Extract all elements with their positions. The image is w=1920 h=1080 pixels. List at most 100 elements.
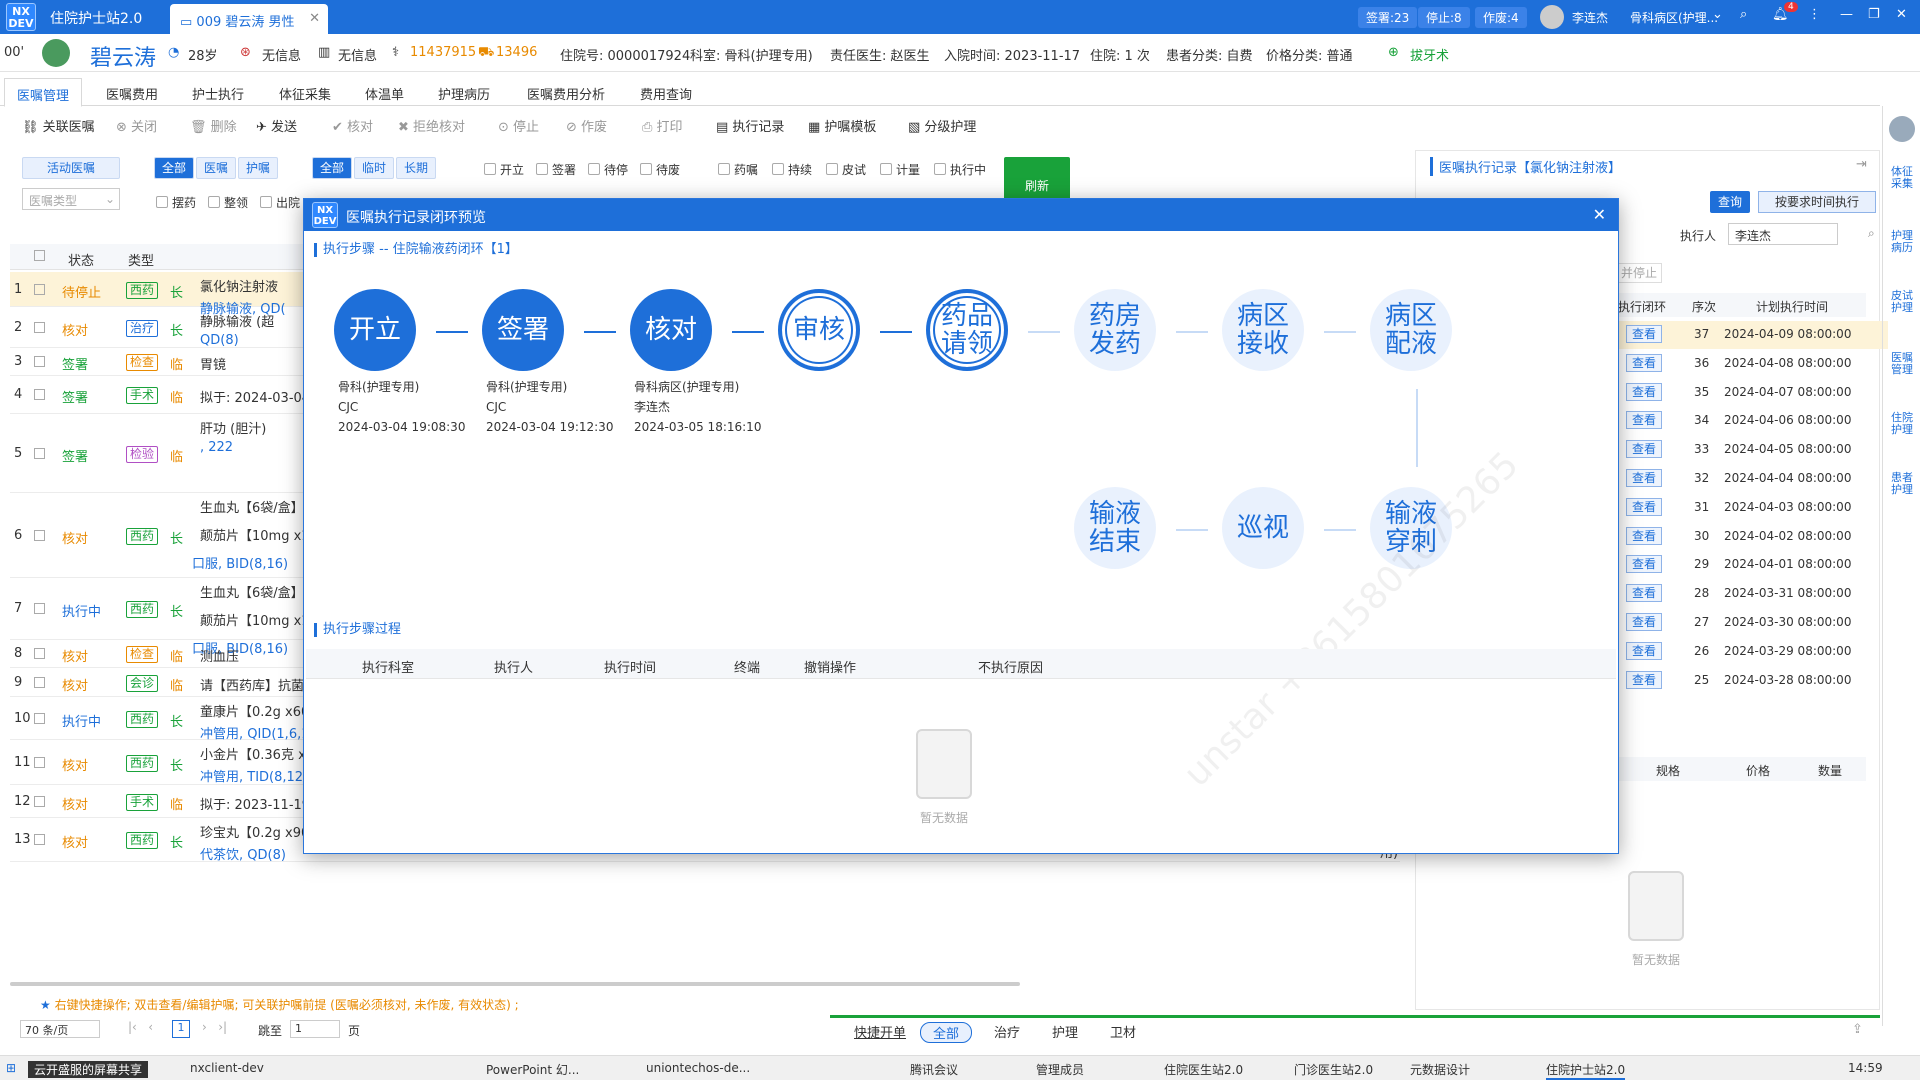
minimize-icon[interactable]: — [1840,7,1853,22]
view-button[interactable]: 查看 [1626,440,1662,459]
search-icon[interactable]: ⌕ [1740,7,1747,22]
reject-check-button[interactable]: ✖ 拒绝核对 [398,116,465,135]
exec-record-button[interactable]: ▤ 执行记录 [716,116,784,135]
first-page-icon[interactable]: |‹ ‹ [128,1020,153,1034]
page-size-select[interactable]: 70 条/页 [20,1020,100,1038]
taskbar-nxclient[interactable]: nxclient-dev [190,1061,264,1075]
row-checkbox[interactable] [34,796,45,807]
print-button[interactable]: ⎙ 打印 [642,116,683,135]
row-checkbox[interactable] [34,677,45,688]
chk-medication[interactable]: 药嘱 [718,161,758,178]
current-page[interactable]: 1 [172,1020,190,1038]
h-scrollbar[interactable] [10,982,1020,986]
taskbar-meeting[interactable]: 腾讯会议 [910,1061,958,1078]
filter-nursing[interactable]: 护嘱 [238,157,278,179]
taskbar-nurse-station[interactable]: 住院护士站2.0 [1546,1061,1626,1080]
active-orders-button[interactable]: 活动医嘱 [22,157,120,179]
avatar[interactable] [1540,5,1564,29]
filter-temporary[interactable]: 临时 [354,157,394,179]
step-sign[interactable]: 签署 [482,289,564,371]
chk-skin-test[interactable]: 皮试 [826,161,866,178]
nursing-template-button[interactable]: ▦ 护嘱模板 [808,116,876,135]
bottom-tab-nursing[interactable]: 护理 [1052,1022,1078,1041]
close-tab-icon[interactable]: ✕ [309,11,320,26]
taskbar-uniontech[interactable]: uniontechos-de... [646,1061,750,1075]
select-all-checkbox[interactable] [34,250,45,261]
chk-pending-stop[interactable]: 待停 [588,161,628,178]
exec-record-row[interactable]: 查看 35 2024-04-07 08:00:00 [1618,379,1888,407]
step-ward-receive[interactable]: 病区 接收 [1222,289,1304,371]
step-drug-request[interactable]: 药品 请领 [926,289,1008,371]
quick-order-tab[interactable]: 快捷开单 [854,1022,906,1041]
exec-record-row[interactable]: 查看 37 2024-04-09 08:00:00 [1618,321,1888,349]
close-icon[interactable]: ✕ [1593,205,1606,224]
view-button[interactable]: 查看 [1626,641,1662,660]
refresh-button[interactable]: 刷新 [1004,157,1070,201]
tab-vitals[interactable]: 体征采集 [279,84,331,103]
sidebar-nursing-record[interactable]: 护理病历 [1889,230,1915,254]
tab-order-fees[interactable]: 医嘱费用 [106,84,158,103]
taskbar-clinic-station[interactable]: 门诊医生站2.0 [1294,1061,1373,1078]
exec-record-row[interactable]: 查看 33 2024-04-05 08:00:00 [1618,436,1888,464]
filter-long-term[interactable]: 长期 [396,157,436,179]
row-checkbox[interactable] [34,530,45,541]
exec-record-row[interactable]: 查看 25 2024-03-28 08:00:00 [1618,667,1888,695]
taskbar-doctor-station[interactable]: 住院医生站2.0 [1164,1061,1243,1078]
bottom-tab-treatment[interactable]: 治疗 [994,1022,1020,1041]
view-button[interactable]: 查看 [1626,497,1662,516]
tab-nurse-exec[interactable]: 护士执行 [192,84,244,103]
grade-nursing-button[interactable]: ▧ 分级护理 [908,116,976,135]
chk-dosage[interactable]: 计量 [880,161,920,178]
query-button[interactable]: 查询 [1710,191,1750,213]
chevron-down-icon[interactable]: ⌄ [1712,7,1723,22]
row-checkbox[interactable] [34,713,45,724]
view-button[interactable]: 查看 [1626,469,1662,487]
view-button[interactable]: 查看 [1626,353,1662,372]
tab-orders[interactable]: 医嘱管理 [4,78,83,107]
chk-executing[interactable]: 执行中 [934,161,986,178]
send-button[interactable]: ✈ 发送 [256,116,297,135]
exec-record-row[interactable]: 查看 34 2024-04-06 08:00:00 [1618,407,1888,435]
void-count-badge[interactable]: 作废:4 [1475,7,1527,28]
tab-nursing-record[interactable]: 护理病历 [438,84,490,103]
sidebar-inpatient[interactable]: 住院护理 [1889,412,1915,436]
search-icon[interactable]: ⌕ [1868,226,1875,241]
stop-count-badge[interactable]: 停止:8 [1418,7,1470,28]
view-button[interactable]: 查看 [1626,613,1662,631]
delete-button[interactable]: 🗑︎ 删除 [190,116,237,135]
row-checkbox[interactable] [34,603,45,614]
row-checkbox[interactable] [34,284,45,295]
row-checkbox[interactable] [34,648,45,659]
sidebar-patient[interactable]: 患者护理 [1889,472,1915,496]
exec-record-row[interactable]: 查看 36 2024-04-08 08:00:00 [1618,350,1888,378]
filter-order[interactable]: 医嘱 [196,157,236,179]
view-button[interactable]: 查看 [1626,584,1662,603]
patient-tab[interactable]: ▭ 009 碧云涛 男性 ✕ [170,4,328,34]
chk-continuous[interactable]: 持续 [772,161,812,178]
chk-pending-void[interactable]: 待废 [640,161,680,178]
step-open[interactable]: 开立 [334,289,416,371]
step-ward-prepare[interactable]: 病区 配液 [1370,289,1452,371]
taskbar-screen-share[interactable]: 云开盛服的屏幕共享 [28,1061,149,1078]
step-infusion-end[interactable]: 输液 结束 [1074,487,1156,569]
stop-exec-button[interactable]: 并停止 [1616,263,1662,283]
surgery-label[interactable]: 拔牙术 [1410,45,1449,64]
filter-all-1[interactable]: 全部 [154,157,194,179]
view-button[interactable]: 查看 [1626,670,1662,689]
sign-count-badge[interactable]: 签署:23 [1358,7,1418,28]
tab-fee-analysis[interactable]: 医嘱费用分析 [527,84,605,103]
more-icon[interactable]: ⋮ [1808,7,1821,22]
sidebar-orders[interactable]: 医嘱管理 [1889,352,1915,376]
stop-button[interactable]: ⊙ 停止 [498,116,539,135]
expand-icon[interactable]: ⇥ [1856,157,1867,172]
exec-record-row[interactable]: 查看 29 2024-04-01 08:00:00 [1618,551,1888,579]
row-checkbox[interactable] [34,389,45,400]
row-checkbox[interactable] [34,448,45,459]
upload-icon[interactable]: ⇪ [1852,1022,1863,1037]
goto-input[interactable]: 1 [290,1020,340,1038]
view-button[interactable]: 查看 [1626,382,1662,401]
restore-icon[interactable]: ❐ [1868,7,1880,22]
by-time-button[interactable]: 按要求时间执行 [1758,191,1876,213]
taskbar-powerpoint[interactable]: PowerPoint 幻... [486,1061,579,1078]
row-checkbox[interactable] [34,356,45,367]
